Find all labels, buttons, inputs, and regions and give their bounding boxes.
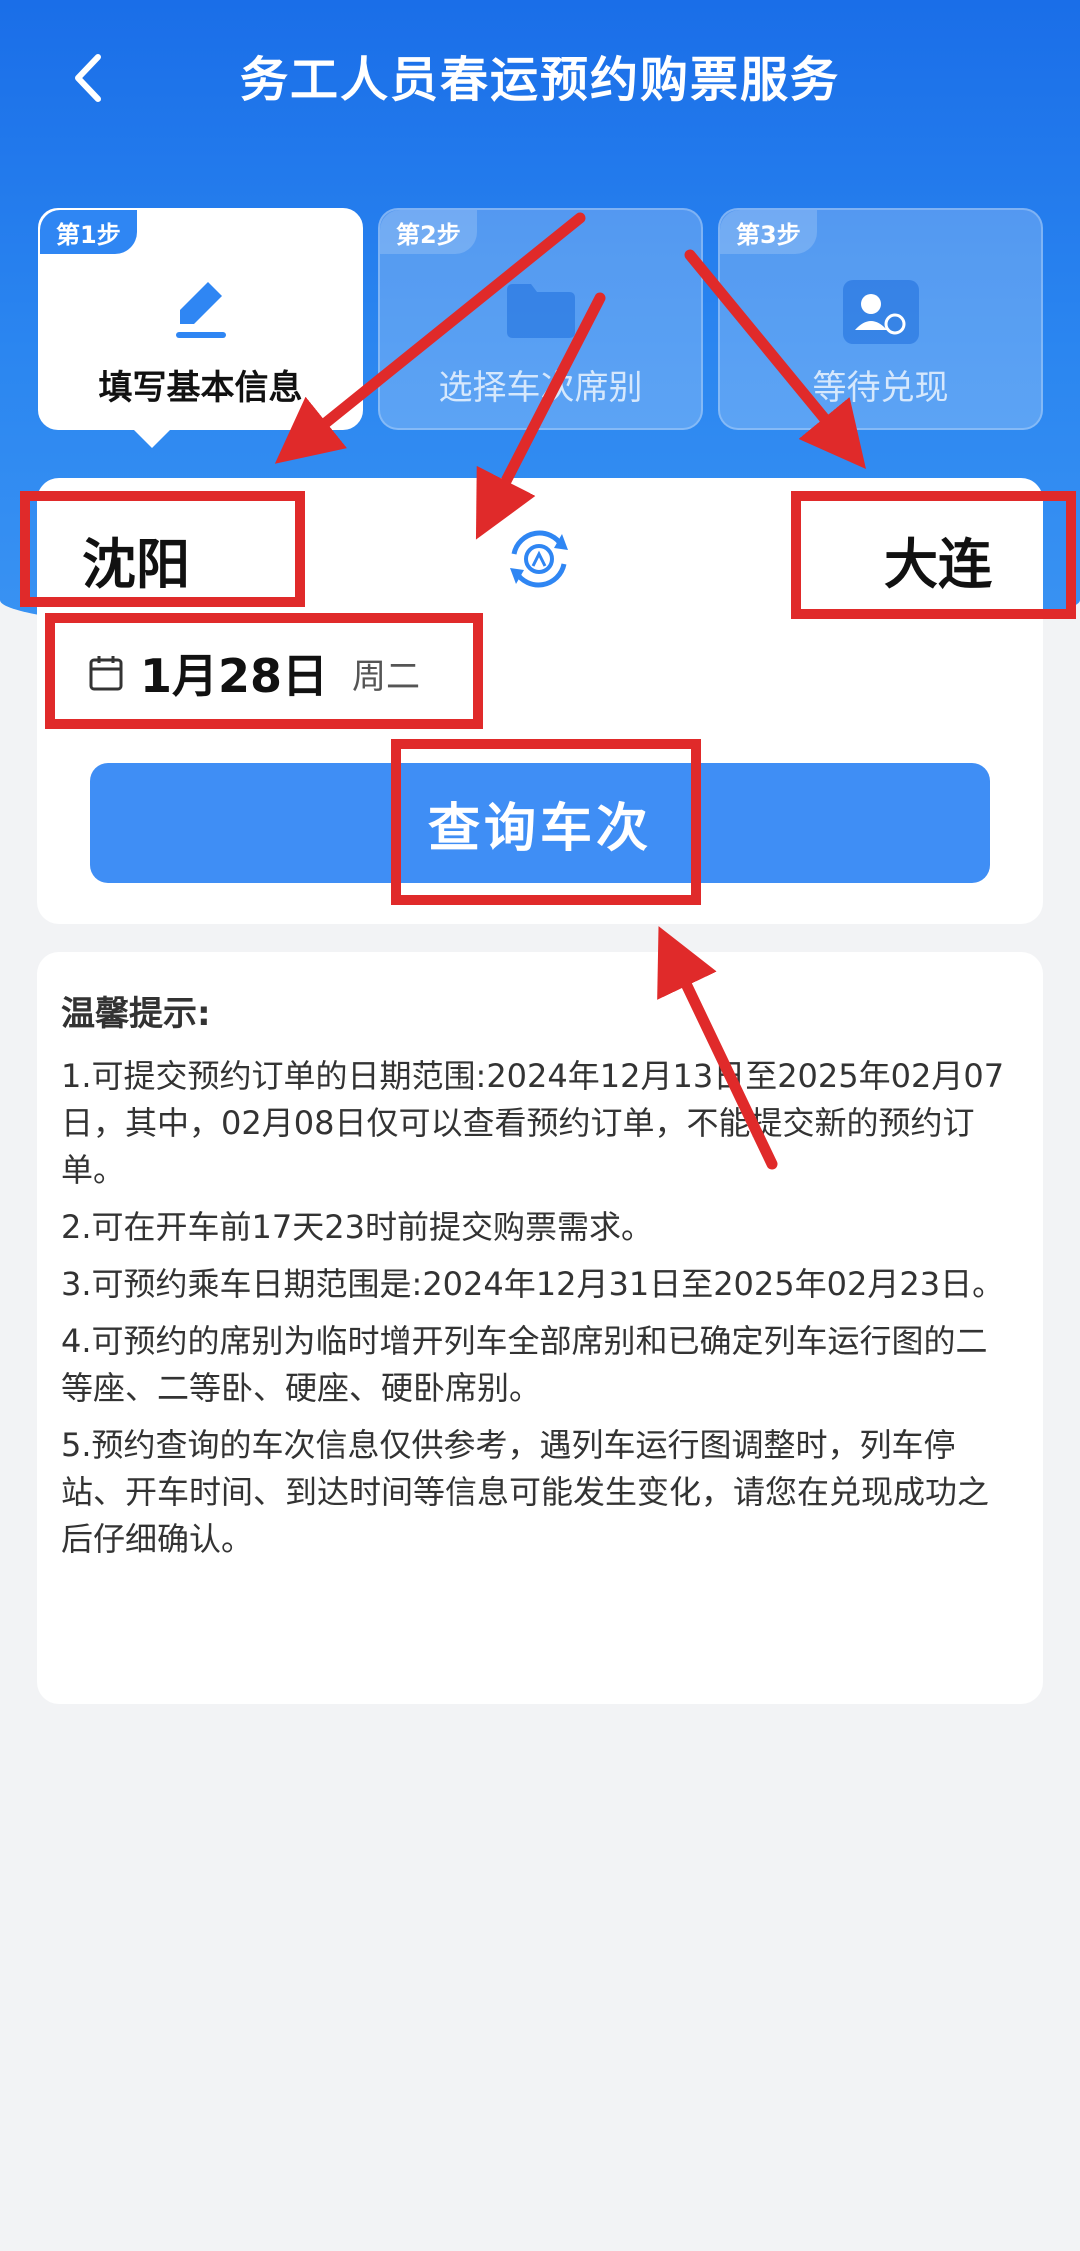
travel-weekday: 周二	[352, 656, 421, 697]
date-picker[interactable]: 1月28日 周二	[88, 640, 420, 706]
step-1-tab[interactable]: 第1步 填写基本信息	[38, 208, 363, 448]
query-trains-button[interactable]: 查询车次	[90, 763, 990, 883]
tip-item: 5.预约查询的车次信息仅供参考，遇列车运行图调整时，列车停站、开车时间、到达时间…	[61, 1426, 990, 1558]
step-badge: 第3步	[720, 210, 817, 254]
departure-station[interactable]: 沈阳	[82, 520, 190, 599]
swap-icon	[510, 530, 568, 588]
tip-item: 3.可预约乘车日期范围是:2024年12月31日至2025年02月23日。	[61, 1265, 1005, 1303]
folder-icon	[501, 274, 581, 348]
swap-stations-button[interactable]	[500, 520, 578, 598]
step-badge: 第1步	[40, 210, 137, 254]
step-label: 等待兑现	[812, 368, 949, 408]
step-pointer	[130, 426, 174, 448]
pencil-icon	[166, 274, 236, 348]
calendar-icon	[89, 656, 123, 691]
tip-item: 2.可在开车前17天23时前提交购票需求。	[61, 1208, 653, 1246]
step-3-tab[interactable]: 第3步 等待兑现	[718, 208, 1043, 430]
tips-title: 温馨提示:	[61, 994, 211, 1034]
person-clock-icon	[839, 274, 923, 354]
page-title: 务工人员春运预约购票服务	[239, 52, 840, 108]
step-2-tab[interactable]: 第2步 选择车次席别	[378, 208, 703, 430]
tip-item: 1.可提交预约订单的日期范围:2024年12月13日至2025年02月07日，其…	[61, 1057, 1005, 1189]
tips-card: 温馨提示: 1.可提交预约订单的日期范围:2024年12月13日至2025年02…	[37, 952, 1043, 1704]
tip-item: 4.可预约的席别为临时增开列车全部席别和已确定列车运行图的二等座、二等卧、硬座、…	[61, 1322, 988, 1407]
travel-date: 1月28日	[140, 649, 329, 703]
step-label: 选择车次席别	[438, 368, 643, 408]
step-label: 填写基本信息	[98, 368, 303, 408]
arrival-station[interactable]: 大连	[884, 520, 992, 599]
step-badge: 第2步	[380, 210, 477, 254]
